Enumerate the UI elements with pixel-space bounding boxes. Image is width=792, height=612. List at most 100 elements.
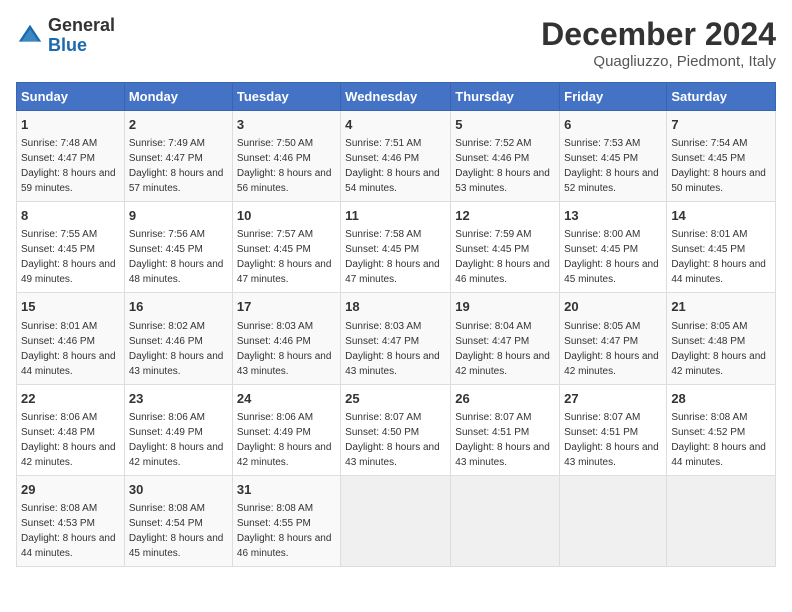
day-info: Sunrise: 8:02 AMSunset: 4:46 PMDaylight:…: [129, 321, 224, 377]
day-number: 31: [237, 481, 336, 499]
calendar-cell: 28 Sunrise: 8:08 AMSunset: 4:52 PMDaylig…: [667, 384, 776, 475]
col-sunday: Sunday: [17, 83, 125, 111]
day-number: 14: [671, 207, 771, 225]
col-wednesday: Wednesday: [341, 83, 451, 111]
calendar-cell: 23 Sunrise: 8:06 AMSunset: 4:49 PMDaylig…: [124, 384, 232, 475]
calendar-cell: 20 Sunrise: 8:05 AMSunset: 4:47 PMDaylig…: [560, 293, 667, 384]
day-number: 3: [237, 116, 336, 134]
calendar-cell: 15 Sunrise: 8:01 AMSunset: 4:46 PMDaylig…: [17, 293, 125, 384]
day-info: Sunrise: 8:01 AMSunset: 4:45 PMDaylight:…: [671, 229, 766, 285]
col-friday: Friday: [560, 83, 667, 111]
day-info: Sunrise: 8:05 AMSunset: 4:47 PMDaylight:…: [564, 321, 659, 377]
page-header: General Blue December 2024 Quagliuzzo, P…: [16, 16, 776, 70]
calendar-cell: 11 Sunrise: 7:58 AMSunset: 4:45 PMDaylig…: [341, 202, 451, 293]
day-number: 5: [455, 116, 555, 134]
calendar-cell: 30 Sunrise: 8:08 AMSunset: 4:54 PMDaylig…: [124, 475, 232, 566]
day-number: 20: [564, 298, 662, 316]
day-number: 25: [345, 390, 446, 408]
day-number: 6: [564, 116, 662, 134]
calendar-cell: 19 Sunrise: 8:04 AMSunset: 4:47 PMDaylig…: [451, 293, 560, 384]
day-number: 30: [129, 481, 228, 499]
day-info: Sunrise: 8:03 AMSunset: 4:47 PMDaylight:…: [345, 321, 440, 377]
calendar-cell: 17 Sunrise: 8:03 AMSunset: 4:46 PMDaylig…: [232, 293, 340, 384]
calendar-header-row: Sunday Monday Tuesday Wednesday Thursday…: [17, 83, 776, 111]
day-info: Sunrise: 7:57 AMSunset: 4:45 PMDaylight:…: [237, 229, 332, 285]
calendar-week-row: 1 Sunrise: 7:48 AMSunset: 4:47 PMDayligh…: [17, 111, 776, 202]
calendar-cell: 1 Sunrise: 7:48 AMSunset: 4:47 PMDayligh…: [17, 111, 125, 202]
calendar-cell: 29 Sunrise: 8:08 AMSunset: 4:53 PMDaylig…: [17, 475, 125, 566]
calendar-cell: 21 Sunrise: 8:05 AMSunset: 4:48 PMDaylig…: [667, 293, 776, 384]
day-number: 12: [455, 207, 555, 225]
day-info: Sunrise: 8:07 AMSunset: 4:50 PMDaylight:…: [345, 412, 440, 468]
day-info: Sunrise: 7:51 AMSunset: 4:46 PMDaylight:…: [345, 138, 440, 194]
day-number: 17: [237, 298, 336, 316]
calendar-cell: 25 Sunrise: 8:07 AMSunset: 4:50 PMDaylig…: [341, 384, 451, 475]
calendar-table: Sunday Monday Tuesday Wednesday Thursday…: [16, 82, 776, 567]
col-thursday: Thursday: [451, 83, 560, 111]
month-title: December 2024: [541, 16, 776, 53]
calendar-cell: 14 Sunrise: 8:01 AMSunset: 4:45 PMDaylig…: [667, 202, 776, 293]
calendar-cell: [667, 475, 776, 566]
calendar-cell: 8 Sunrise: 7:55 AMSunset: 4:45 PMDayligh…: [17, 202, 125, 293]
calendar-cell: 6 Sunrise: 7:53 AMSunset: 4:45 PMDayligh…: [560, 111, 667, 202]
day-number: 22: [21, 390, 120, 408]
day-number: 13: [564, 207, 662, 225]
day-number: 9: [129, 207, 228, 225]
calendar-cell: 2 Sunrise: 7:49 AMSunset: 4:47 PMDayligh…: [124, 111, 232, 202]
day-info: Sunrise: 7:48 AMSunset: 4:47 PMDaylight:…: [21, 138, 116, 194]
day-number: 26: [455, 390, 555, 408]
day-number: 29: [21, 481, 120, 499]
day-info: Sunrise: 8:01 AMSunset: 4:46 PMDaylight:…: [21, 321, 116, 377]
calendar-cell: 12 Sunrise: 7:59 AMSunset: 4:45 PMDaylig…: [451, 202, 560, 293]
day-number: 18: [345, 298, 446, 316]
day-number: 4: [345, 116, 446, 134]
day-info: Sunrise: 8:04 AMSunset: 4:47 PMDaylight:…: [455, 321, 550, 377]
day-number: 11: [345, 207, 446, 225]
day-number: 16: [129, 298, 228, 316]
calendar-cell: 26 Sunrise: 8:07 AMSunset: 4:51 PMDaylig…: [451, 384, 560, 475]
day-info: Sunrise: 7:59 AMSunset: 4:45 PMDaylight:…: [455, 229, 550, 285]
day-info: Sunrise: 8:08 AMSunset: 4:53 PMDaylight:…: [21, 503, 116, 559]
calendar-cell: 24 Sunrise: 8:06 AMSunset: 4:49 PMDaylig…: [232, 384, 340, 475]
calendar-week-row: 15 Sunrise: 8:01 AMSunset: 4:46 PMDaylig…: [17, 293, 776, 384]
calendar-cell: 13 Sunrise: 8:00 AMSunset: 4:45 PMDaylig…: [560, 202, 667, 293]
calendar-cell: 22 Sunrise: 8:06 AMSunset: 4:48 PMDaylig…: [17, 384, 125, 475]
calendar-cell: 31 Sunrise: 8:08 AMSunset: 4:55 PMDaylig…: [232, 475, 340, 566]
day-info: Sunrise: 7:52 AMSunset: 4:46 PMDaylight:…: [455, 138, 550, 194]
day-number: 28: [671, 390, 771, 408]
day-info: Sunrise: 8:08 AMSunset: 4:54 PMDaylight:…: [129, 503, 224, 559]
calendar-cell: 27 Sunrise: 8:07 AMSunset: 4:51 PMDaylig…: [560, 384, 667, 475]
col-tuesday: Tuesday: [232, 83, 340, 111]
calendar-cell: 10 Sunrise: 7:57 AMSunset: 4:45 PMDaylig…: [232, 202, 340, 293]
location: Quagliuzzo, Piedmont, Italy: [541, 53, 776, 70]
calendar-cell: 5 Sunrise: 7:52 AMSunset: 4:46 PMDayligh…: [451, 111, 560, 202]
day-info: Sunrise: 8:07 AMSunset: 4:51 PMDaylight:…: [564, 412, 659, 468]
calendar-cell: 3 Sunrise: 7:50 AMSunset: 4:46 PMDayligh…: [232, 111, 340, 202]
day-info: Sunrise: 7:55 AMSunset: 4:45 PMDaylight:…: [21, 229, 116, 285]
day-number: 8: [21, 207, 120, 225]
logo-blue: Blue: [48, 36, 115, 56]
day-info: Sunrise: 7:54 AMSunset: 4:45 PMDaylight:…: [671, 138, 766, 194]
day-info: Sunrise: 8:06 AMSunset: 4:48 PMDaylight:…: [21, 412, 116, 468]
calendar-cell: 7 Sunrise: 7:54 AMSunset: 4:45 PMDayligh…: [667, 111, 776, 202]
day-number: 24: [237, 390, 336, 408]
logo-icon: [16, 22, 44, 50]
logo-general: General: [48, 16, 115, 36]
day-number: 2: [129, 116, 228, 134]
day-number: 19: [455, 298, 555, 316]
day-info: Sunrise: 8:03 AMSunset: 4:46 PMDaylight:…: [237, 321, 332, 377]
calendar-cell: [341, 475, 451, 566]
day-number: 27: [564, 390, 662, 408]
day-info: Sunrise: 8:06 AMSunset: 4:49 PMDaylight:…: [237, 412, 332, 468]
day-info: Sunrise: 8:05 AMSunset: 4:48 PMDaylight:…: [671, 321, 766, 377]
day-number: 10: [237, 207, 336, 225]
day-number: 21: [671, 298, 771, 316]
calendar-cell: 16 Sunrise: 8:02 AMSunset: 4:46 PMDaylig…: [124, 293, 232, 384]
calendar-cell: 4 Sunrise: 7:51 AMSunset: 4:46 PMDayligh…: [341, 111, 451, 202]
day-number: 23: [129, 390, 228, 408]
calendar-cell: [560, 475, 667, 566]
day-info: Sunrise: 7:56 AMSunset: 4:45 PMDaylight:…: [129, 229, 224, 285]
logo: General Blue: [16, 16, 115, 56]
day-info: Sunrise: 7:49 AMSunset: 4:47 PMDaylight:…: [129, 138, 224, 194]
calendar-week-row: 8 Sunrise: 7:55 AMSunset: 4:45 PMDayligh…: [17, 202, 776, 293]
